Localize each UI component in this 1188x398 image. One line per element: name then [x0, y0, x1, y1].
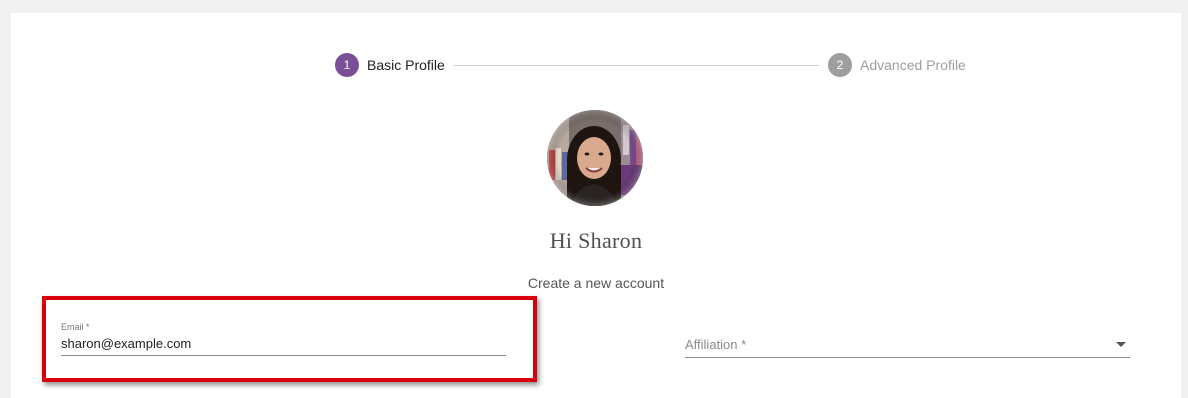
step-basic-profile[interactable]: 1 Basic Profile [335, 53, 445, 77]
step-number-badge: 1 [335, 53, 359, 77]
greeting-heading: Hi Sharon [549, 228, 643, 253]
step-connector-line [454, 65, 819, 66]
page-subtitle: Create a new account [527, 275, 665, 291]
step-label: Basic Profile [367, 57, 445, 73]
signup-card: 1 Basic Profile 2 Advanced Profile Hi Sh… [11, 13, 1181, 398]
email-field-label: Email * [61, 322, 90, 332]
email-field[interactable]: Email * sharon@example.com [61, 321, 506, 356]
step-label: Advanced Profile [860, 57, 966, 73]
email-input[interactable]: sharon@example.com [61, 336, 506, 356]
affiliation-select[interactable]: Affiliation * [685, 337, 1130, 358]
dropdown-arrow-icon[interactable] [1116, 342, 1126, 347]
step-number-badge: 2 [828, 53, 852, 77]
step-advanced-profile[interactable]: 2 Advanced Profile [828, 53, 966, 77]
avatar-photo [547, 110, 643, 206]
stepper: 1 Basic Profile 2 Advanced Profile [11, 53, 1181, 77]
avatar [547, 110, 643, 206]
affiliation-placeholder: Affiliation * [685, 337, 747, 352]
